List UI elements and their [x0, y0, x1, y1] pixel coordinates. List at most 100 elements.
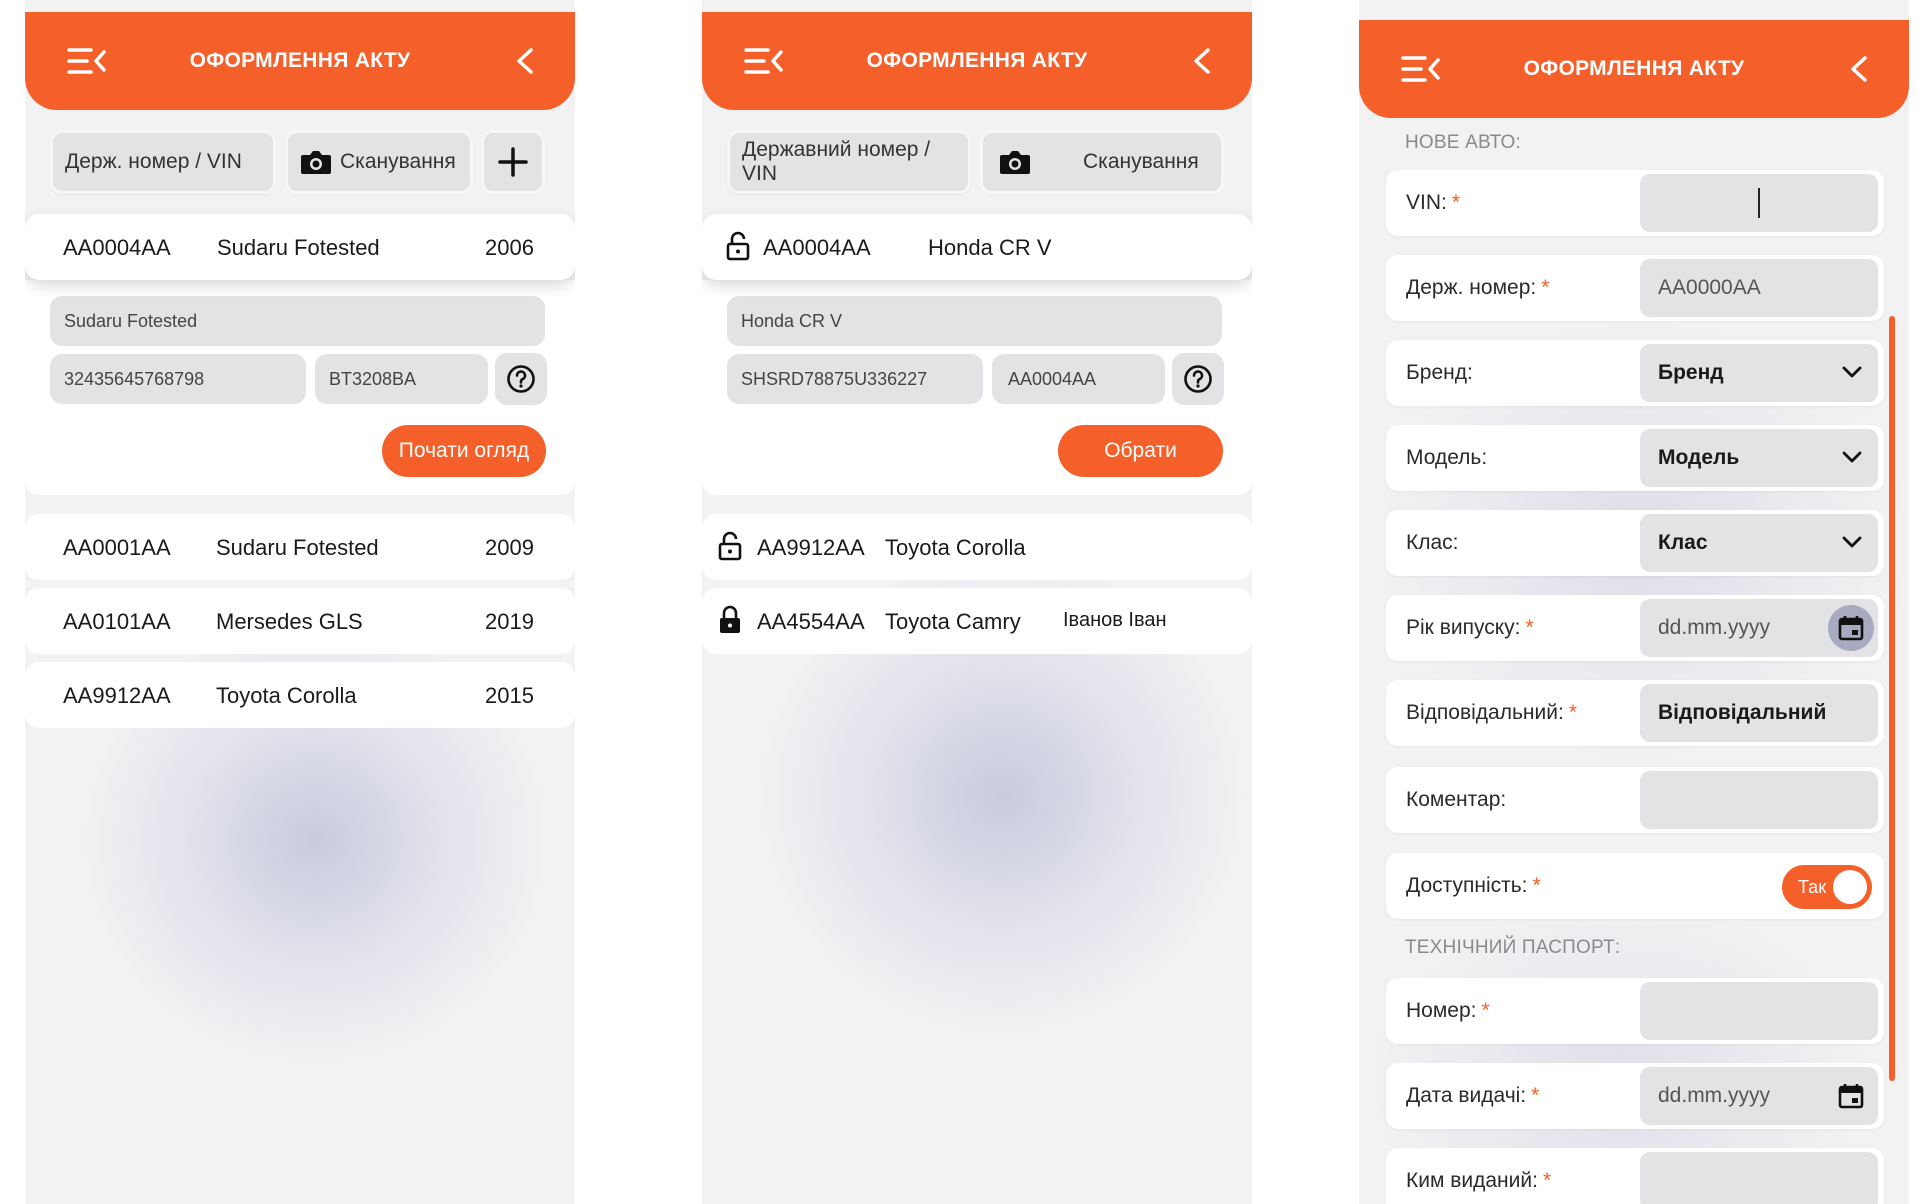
calendar-icon[interactable]	[1837, 1082, 1865, 1110]
vehicle-list-screen: ОФОРМЛЕННЯ АКТУ Держ. номер / VIN Сканув…	[25, 0, 575, 1204]
issue-date-row: Дата видачі: * dd.mm.yyyy	[1386, 1063, 1884, 1129]
vin-field-value: 32435645768798	[64, 368, 205, 389]
select-button[interactable]: Обрати	[1058, 425, 1223, 477]
vehicle-details: Sudaru Fotested 32435645768798 BT3208BA …	[25, 280, 575, 495]
model-field-value: Sudaru Fotested	[64, 310, 198, 331]
vehicle-year: 2006	[485, 235, 534, 260]
issue-date-input[interactable]: dd.mm.yyyy	[1640, 1067, 1878, 1125]
vin-field: 32435645768798	[50, 354, 306, 404]
vin-input[interactable]	[1640, 174, 1878, 232]
passport-number-label: Номер: *	[1406, 999, 1490, 1022]
brand-select-value: Бренд	[1658, 361, 1724, 384]
section-tech-passport: ТЕХНІЧНИЙ ПАСПОРТ:	[1405, 937, 1621, 958]
help-button[interactable]	[495, 353, 547, 405]
vehicle-plate: AA0101AA	[63, 609, 171, 634]
search-input[interactable]: Державний номер / VIN	[727, 130, 971, 194]
comment-input[interactable]	[1640, 771, 1878, 829]
page-title: ОФОРМЛЕННЯ АКТУ	[1523, 57, 1745, 80]
vehicle-row[interactable]: AA4554AA Toyota Camry Іванов Іван	[702, 588, 1252, 654]
help-button[interactable]	[1172, 353, 1224, 405]
plus-icon	[498, 147, 528, 177]
search-input[interactable]: Держ. номер / VIN	[50, 130, 276, 194]
selected-vehicle-row[interactable]: AA0004AA Sudaru Fotested 2006	[25, 214, 575, 280]
vehicle-plate: AA9912AA	[63, 683, 171, 708]
model-row: Модель: Модель	[1386, 425, 1884, 491]
vehicle-model: Mersedes GLS	[216, 609, 363, 634]
model-label: Модель:	[1406, 446, 1488, 469]
responsible-select[interactable]: Відповідальний	[1640, 684, 1878, 742]
vehicle-year: 2019	[485, 609, 534, 634]
page-title: ОФОРМЛЕННЯ АКТУ	[189, 49, 411, 72]
chevron-down-icon	[1842, 536, 1862, 548]
help-icon	[1184, 365, 1212, 393]
class-label: Клас:	[1406, 531, 1459, 554]
scrollbar[interactable]	[1889, 316, 1895, 1081]
plate-row: Держ. номер: * AA0000AA	[1386, 255, 1884, 321]
issued-by-label: Ким виданий: *	[1406, 1169, 1552, 1192]
vin-field-value: SHSRD78875U336227	[741, 368, 928, 389]
new-vehicle-form-screen: ОФОРМЛЕННЯ АКТУ НОВЕ АВТО: VIN: * Держ. н…	[1359, 0, 1909, 1204]
year-label: Рік випуску: *	[1406, 616, 1534, 639]
year-placeholder: dd.mm.yyyy	[1658, 616, 1771, 639]
back-icon[interactable]	[513, 46, 537, 76]
toggle-knob	[1833, 870, 1867, 904]
responsible-row: Відповідальний: * Відповідальний	[1386, 680, 1884, 746]
class-select[interactable]: Клас	[1640, 514, 1878, 572]
availability-row: Доступність: * Так	[1386, 853, 1884, 919]
vehicle-row[interactable]: AA9912AA Toyota Corolla 2015	[25, 662, 575, 728]
page-title: ОФОРМЛЕННЯ АКТУ	[866, 49, 1088, 72]
plate-field: BT3208BA	[315, 354, 488, 404]
vin-label: VIN: *	[1406, 191, 1461, 214]
vehicle-select-screen: ОФОРМЛЕННЯ АКТУ Державний номер / VIN Ск…	[702, 0, 1252, 1204]
search-input-label: Держ. номер / VIN	[65, 150, 242, 173]
year-date-input[interactable]: dd.mm.yyyy	[1640, 599, 1878, 657]
passport-number-input[interactable]	[1640, 982, 1878, 1040]
model-select[interactable]: Модель	[1640, 429, 1878, 487]
availability-toggle[interactable]: Так	[1782, 865, 1872, 909]
back-icon[interactable]	[1190, 46, 1214, 76]
issue-date-placeholder: dd.mm.yyyy	[1658, 1084, 1771, 1107]
plate-label: Держ. номер: *	[1406, 276, 1550, 299]
app-header: ОФОРМЛЕННЯ АКТУ	[25, 12, 575, 110]
vehicle-model: Toyota Camry	[885, 609, 1021, 634]
scan-button[interactable]: Сканування	[980, 130, 1224, 194]
plate-input[interactable]: AA0000AA	[1640, 259, 1878, 317]
scan-button[interactable]: Сканування	[285, 130, 473, 194]
chevron-down-icon	[1842, 451, 1862, 463]
issued-by-input[interactable]	[1640, 1152, 1878, 1204]
issue-date-label: Дата видачі: *	[1406, 1084, 1540, 1107]
vin-row: VIN: *	[1386, 170, 1884, 236]
brand-select[interactable]: Бренд	[1640, 344, 1878, 402]
start-inspection-button[interactable]: Почати огляд	[382, 425, 546, 477]
unlocked-icon	[726, 231, 750, 261]
selected-vehicle-row[interactable]: AA0004AA Honda CR V	[702, 214, 1252, 280]
toggle-label: Так	[1798, 877, 1827, 897]
brand-label: Бренд:	[1406, 361, 1473, 384]
unlocked-icon	[718, 531, 742, 561]
vehicle-model: Sudaru Fotested	[216, 535, 379, 560]
vehicle-model: Honda CR V	[928, 235, 1052, 260]
lock-icon	[720, 605, 740, 633]
app-header: ОФОРМЛЕННЯ АКТУ	[702, 12, 1252, 110]
vehicle-row[interactable]: AA0101AA Mersedes GLS 2019	[25, 588, 575, 654]
back-icon[interactable]	[1847, 54, 1871, 84]
plate-placeholder: AA0000AA	[1658, 276, 1761, 299]
add-vehicle-button[interactable]	[481, 130, 545, 194]
responsible-label: Відповідальний: *	[1406, 701, 1578, 724]
vehicle-model: Toyota Corolla	[885, 535, 1026, 560]
vehicle-details: Honda CR V SHSRD78875U336227 AA0004AA Об…	[702, 280, 1252, 495]
text-cursor	[1758, 188, 1760, 218]
responsible-value: Відповідальний	[1658, 701, 1827, 724]
vehicle-row[interactable]: AA9912AA Toyota Corolla	[702, 514, 1252, 580]
vehicle-owner: Іванов Іван	[1063, 609, 1167, 631]
vehicle-year: 2015	[485, 683, 534, 708]
model-select-value: Модель	[1658, 446, 1740, 469]
camera-icon	[301, 151, 331, 174]
section-new-car: НОВЕ АВТО:	[1405, 132, 1522, 153]
vehicle-row[interactable]: AA0001AA Sudaru Fotested 2009	[25, 514, 575, 580]
calendar-button[interactable]	[1828, 605, 1874, 651]
brand-row: Бренд: Бренд	[1386, 340, 1884, 406]
availability-label: Доступність: *	[1406, 874, 1541, 897]
issued-by-row: Ким виданий: *	[1386, 1148, 1884, 1204]
select-button-label: Обрати	[1104, 439, 1177, 462]
